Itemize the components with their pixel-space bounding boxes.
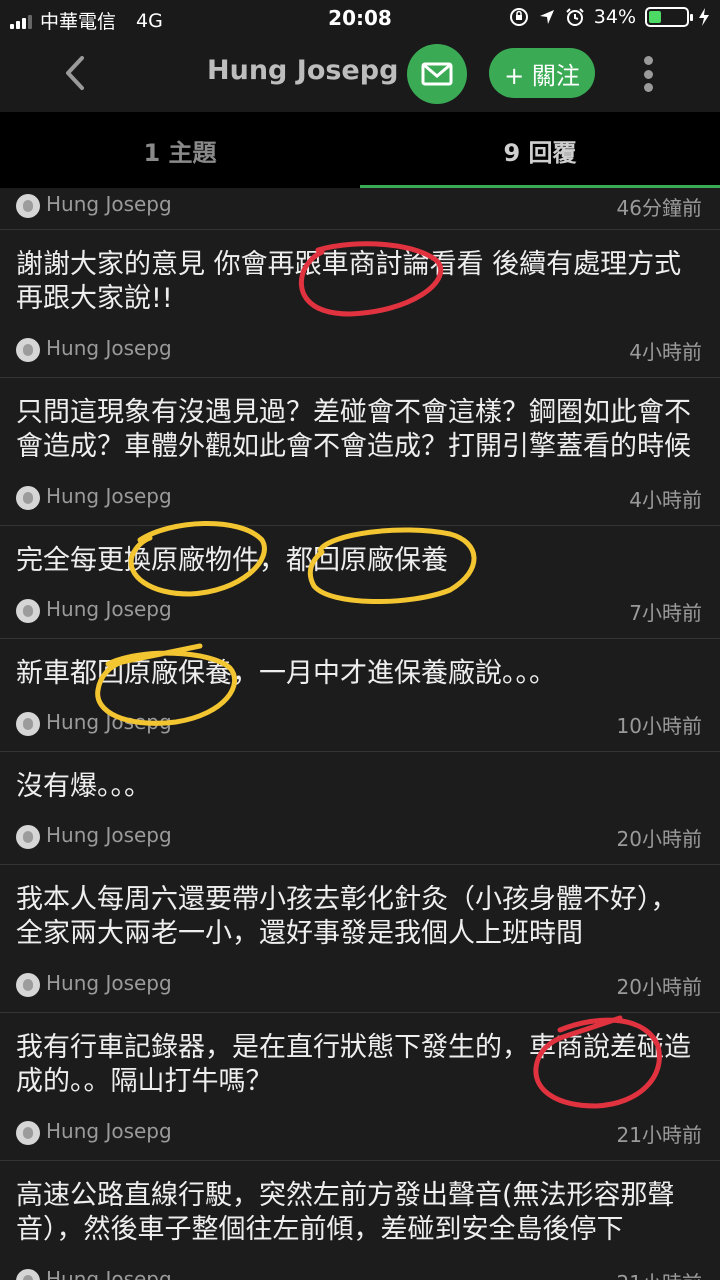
list-item[interactable]: 高速公路直線行駛，突然左前方發出聲音(無法形容那聲音），然後車子整個往左前傾，差… (0, 1161, 720, 1280)
avatar (16, 599, 40, 623)
list-item[interactable]: 只問這現象有沒遇見過？差碰會不會這樣？鋼圈如此會不會造成？車體外觀如此會不會造成… (0, 378, 720, 526)
status-bar: 中華電信 4G 20:08 34% (0, 0, 720, 36)
back-arrow-icon (66, 56, 84, 90)
reply-list: Hung Josepg 46分鐘前 謝謝大家的意見 你會再跟車商討論看看 後續有… (0, 188, 720, 1280)
reply-time: 21小時前 (617, 1267, 702, 1280)
avatar (16, 338, 40, 362)
list-item[interactable]: 我本人每周六還要帶小孩去彰化針灸（小孩身體不好），全家兩大兩老一小，還好事發是我… (0, 865, 720, 1013)
reply-time: 10小時前 (616, 714, 702, 738)
author-name: Hung Josepg (46, 484, 172, 508)
list-item[interactable]: 我有行車記錄器，是在直行狀態下發生的，車商說差碰造成的。。隔山打牛嗎？ Hung… (0, 1013, 720, 1161)
reply-meta: Hung Josepg 20小時前 (0, 961, 720, 1009)
reply-meta: Hung Josepg 4小時前 (0, 326, 720, 374)
avatar (16, 1121, 40, 1145)
list-item[interactable]: Hung Josepg 46分鐘前 (0, 182, 720, 230)
battery-icon (645, 7, 693, 27)
reply-time: 4小時前 (629, 488, 702, 512)
reply-text: 我本人每周六還要帶小孩去彰化針灸（小孩身體不好），全家兩大兩老一小，還好事發是我… (16, 884, 678, 949)
author-name: Hung Josepg (46, 1267, 172, 1280)
reply-time: 4小時前 (629, 340, 702, 364)
avatar (16, 825, 40, 849)
list-item[interactable]: 沒有爆。。。 Hung Josepg 20小時前 (0, 752, 720, 865)
reply-time: 20小時前 (616, 975, 702, 999)
author-name: Hung Josepg (46, 823, 172, 847)
more-options-button[interactable] (636, 52, 660, 96)
message-button[interactable] (407, 44, 467, 104)
author-name: Hung Josepg (46, 710, 172, 734)
avatar (16, 712, 40, 736)
status-right: 34% (509, 6, 710, 28)
follow-button[interactable]: + 關注 (489, 48, 595, 98)
reply-time: 20小時前 (616, 827, 702, 851)
avatar (16, 486, 40, 510)
battery-percent: 34% (593, 6, 636, 28)
author-name: Hung Josepg (46, 336, 172, 360)
avatar (16, 973, 40, 997)
avatar (16, 1269, 40, 1280)
avatar (16, 194, 40, 218)
back-button[interactable] (52, 50, 96, 96)
author-name: Hung Josepg (46, 597, 172, 621)
reply-meta: Hung Josepg 21小時前 (0, 1109, 720, 1157)
tab-replies[interactable]: 9 回覆 (360, 112, 720, 188)
location-arrow-icon (539, 10, 554, 24)
alarm-clock-icon (566, 8, 584, 26)
reply-text: 新車都回原廠保養，一月中才進保養廠說。。。 (16, 658, 556, 689)
reply-text: 沒有爆。。。 (16, 771, 151, 802)
reply-text: 我有行車記錄器，是在直行狀態下發生的，車商說差碰造成的。。隔山打牛嗎？ (16, 1032, 691, 1097)
reply-time: 7小時前 (629, 601, 702, 625)
envelope-icon (421, 62, 453, 86)
reply-meta: Hung Josepg 46分鐘前 (0, 182, 720, 230)
tab-topics[interactable]: 1 主題 (0, 112, 360, 188)
orientation-lock-icon (509, 8, 528, 26)
reply-meta: Hung Josepg 7小時前 (0, 587, 720, 635)
author-name: Hung Josepg (46, 192, 172, 216)
page-title: Hung Josepg (207, 55, 399, 86)
reply-text: 完全每更換原廠物件，都回原廠保養 (16, 545, 448, 576)
more-vertical-icon (643, 56, 653, 65)
reply-text: 只問這現象有沒遇見過？差碰會不會這樣？鋼圈如此會不會造成？車體外觀如此會不會造成… (16, 397, 691, 462)
reply-meta: Hung Josepg 21小時前 (0, 1257, 720, 1280)
reply-text: 高速公路直線行駛，突然左前方發出聲音(無法形容那聲音），然後車子整個往左前傾，差… (16, 1180, 675, 1245)
list-item[interactable]: 完全每更換原廠物件，都回原廠保養 Hung Josepg 7小時前 (0, 526, 720, 639)
reply-meta: Hung Josepg 20小時前 (0, 813, 720, 861)
charging-bolt-icon (699, 8, 709, 26)
list-item[interactable]: 新車都回原廠保養，一月中才進保養廠說。。。 Hung Josepg 10小時前 (0, 639, 720, 752)
reply-time: 46分鐘前 (616, 196, 702, 220)
reply-meta: Hung Josepg 10小時前 (0, 700, 720, 748)
author-name: Hung Josepg (46, 971, 172, 995)
tab-bar: 1 主題 9 回覆 (0, 112, 720, 188)
reply-meta: Hung Josepg 4小時前 (0, 474, 720, 522)
reply-text: 謝謝大家的意見 你會再跟車商討論看看 後續有處理方式 再跟大家說!! (16, 249, 682, 314)
nav-bar: Hung Josepg + 關注 (0, 36, 720, 112)
reply-time: 21小時前 (616, 1123, 702, 1147)
list-item[interactable]: 謝謝大家的意見 你會再跟車商討論看看 後續有處理方式 再跟大家說!! Hung … (0, 230, 720, 378)
author-name: Hung Josepg (46, 1119, 172, 1143)
